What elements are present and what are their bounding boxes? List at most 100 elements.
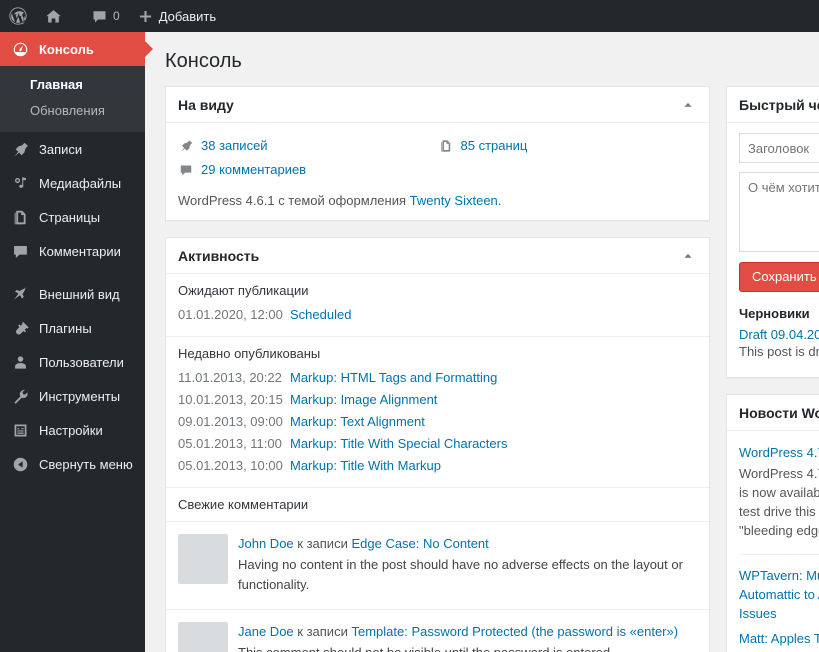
activity-scheduled-heading: Ожидают публикации	[178, 283, 309, 298]
admin-sidebar-menu: Консоль Главная Обновления Записи Медиаф…	[0, 32, 153, 652]
widget-header[interactable]: Активность	[166, 238, 709, 274]
sidebar-item-dashboard[interactable]: Консоль	[0, 32, 153, 66]
sidebar-item-posts[interactable]: Записи	[0, 132, 145, 166]
activity-post-link[interactable]: Markup: Text Alignment	[290, 411, 425, 433]
sidebar-item-comments[interactable]: Комментарии	[0, 234, 145, 268]
sidebar-item-settings[interactable]: Настройки	[0, 413, 145, 447]
widget-wordpress-news: Новости WordPress WordPress 4.7 RC1 Word…	[726, 394, 819, 652]
comment-on-label: к записи	[297, 624, 348, 639]
sidebar-item-media[interactable]: Медиафайлы	[0, 166, 145, 200]
comment-post-link[interactable]: Template: Password Protected (the passwo…	[351, 624, 678, 639]
quick-draft-save-button[interactable]: Сохранить	[739, 262, 819, 292]
quick-draft-title-input[interactable]	[739, 133, 819, 163]
drafts-heading: Черновики	[739, 306, 810, 321]
activity-scheduled-block: Ожидают публикации 01.01.2020, 12:00 Sch…	[166, 274, 709, 337]
dashboard-submenu: Главная Обновления	[0, 66, 145, 132]
sidebar-item-label: Медиафайлы	[39, 175, 122, 191]
activity-comments-heading: Свежие комментарии	[166, 488, 709, 522]
activity-date: 05.01.2013, 10:00	[178, 458, 283, 473]
sidebar-item-plugins[interactable]: Плагины	[0, 311, 145, 345]
adminbar-wordpress-logo[interactable]	[0, 0, 36, 32]
comment-item: Jane Doe к записи Template: Password Pro…	[166, 610, 709, 652]
sidebar-item-tools[interactable]: Инструменты	[0, 379, 145, 413]
draft-item: Draft 09.04.2013 This post is draft	[739, 327, 819, 361]
avatar	[178, 622, 228, 652]
page-icon	[438, 139, 454, 153]
draft-excerpt: This post is draft	[739, 344, 819, 359]
media-icon	[10, 175, 30, 192]
comment-author-link[interactable]: John Doe	[238, 536, 294, 551]
news-link[interactable]: WordPress 4.7 RC1	[739, 445, 819, 460]
appearance-brush-icon	[10, 286, 30, 303]
glance-item-pages[interactable]: 85 страниц	[438, 135, 698, 159]
glance-theme-link[interactable]: Twenty Sixteen	[410, 193, 498, 208]
activity-date: 01.01.2020, 12:00	[178, 307, 283, 322]
news-link[interactable]: WPTavern: Mullenweg Responds: Automattic…	[739, 568, 819, 621]
sidebar-item-label: Страницы	[39, 209, 101, 225]
dashboard-columns: На виду 38 записей 85 страниц 29 коммент…	[145, 86, 819, 652]
news-link[interactable]: Matt: Apples TV App	[739, 631, 819, 646]
activity-row: 09.01.2013, 09:00 Markup: Text Alignment	[178, 411, 697, 433]
widget-title: Быстрый черновик	[739, 96, 819, 113]
sidebar-item-users[interactable]: Пользователи	[0, 345, 145, 379]
pin-icon	[10, 141, 30, 158]
sidebar-subitem-updates[interactable]: Обновления	[0, 98, 145, 124]
plugin-plug-icon	[10, 320, 30, 337]
sidebar-item-label: Пользователи	[39, 354, 124, 370]
adminbar-new-content[interactable]: Добавить	[129, 0, 225, 32]
glance-item-label[interactable]: 85 страниц	[461, 138, 528, 153]
chevron-up-icon[interactable]	[679, 96, 697, 114]
glance-item-label[interactable]: 38 записей	[201, 138, 268, 153]
sidebar-item-label: Консоль	[39, 41, 94, 57]
home-icon	[45, 8, 62, 25]
sidebar-item-collapse-menu[interactable]: Свернуть меню	[0, 447, 145, 481]
activity-post-link[interactable]: Markup: Title With Markup	[290, 455, 441, 477]
activity-post-link[interactable]: Markup: Image Alignment	[290, 389, 437, 411]
comment-body: Jane Doe к записи Template: Password Pro…	[238, 622, 697, 652]
comment-bubble-icon	[10, 243, 30, 260]
activity-row: 10.01.2013, 20:15 Markup: Image Alignmen…	[178, 389, 697, 411]
wordpress-logo-icon	[9, 7, 27, 25]
draft-link[interactable]: Draft 09.04.2013	[739, 327, 819, 342]
news-link-row: Matt: Apples TV App	[739, 626, 819, 651]
sidebar-item-label: Настройки	[39, 422, 103, 438]
page-title: Консоль	[165, 50, 242, 72]
comment-post-link[interactable]: Edge Case: No Content	[351, 536, 488, 551]
glance-item-label[interactable]: 29 комментариев	[201, 162, 306, 177]
activity-post-link[interactable]: Markup: HTML Tags and Formatting	[290, 367, 497, 389]
pin-icon	[178, 139, 194, 153]
glance-version-suffix: .	[497, 193, 502, 208]
users-icon	[10, 354, 30, 371]
adminbar-site-home[interactable]	[36, 0, 71, 32]
chevron-up-icon[interactable]	[679, 247, 697, 265]
activity-date: 10.01.2013, 20:15	[178, 392, 283, 407]
activity-row: 11.01.2013, 20:22 Markup: HTML Tags and …	[178, 367, 697, 389]
widget-header[interactable]: На виду	[166, 87, 709, 123]
comment-bubble-icon	[178, 163, 194, 177]
admin-bar: 0 Добавить	[0, 0, 819, 32]
activity-post-link[interactable]: Markup: Title With Special Characters	[290, 433, 507, 455]
activity-date: 05.01.2013, 11:00	[178, 436, 282, 451]
widget-header[interactable]: Новости WordPress	[727, 395, 819, 431]
sidebar-separator	[0, 268, 145, 277]
settings-sliders-icon	[10, 422, 30, 439]
sidebar-item-label: Записи	[39, 141, 83, 157]
widget-header[interactable]: Быстрый черновик	[727, 87, 819, 123]
glance-item-posts[interactable]: 38 записей	[178, 135, 438, 159]
quick-draft-content-textarea[interactable]	[739, 172, 819, 252]
glance-item-comments[interactable]: 29 комментариев	[178, 159, 438, 183]
adminbar-comments[interactable]: 0	[83, 0, 129, 32]
widget-title: Активность	[178, 247, 260, 264]
news-link-row: WPTavern: Mullenweg Responds: Automattic…	[739, 563, 819, 626]
activity-row: 01.01.2020, 12:00 Scheduled	[178, 304, 697, 326]
sidebar-item-appearance[interactable]: Внешний вид	[0, 277, 145, 311]
adminbar-comments-count: 0	[113, 9, 120, 23]
comment-author-link[interactable]: Jane Doe	[238, 624, 294, 639]
sidebar-subitem-home[interactable]: Главная	[0, 72, 145, 98]
activity-row: 05.01.2013, 11:00 Markup: Title With Spe…	[178, 433, 697, 455]
activity-date: 11.01.2013, 20:22	[178, 370, 282, 385]
activity-post-link[interactable]: Scheduled	[290, 304, 351, 326]
widget-title: Новости WordPress	[739, 404, 819, 421]
adminbar-new-label: Добавить	[158, 8, 217, 24]
sidebar-item-pages[interactable]: Страницы	[0, 200, 145, 234]
